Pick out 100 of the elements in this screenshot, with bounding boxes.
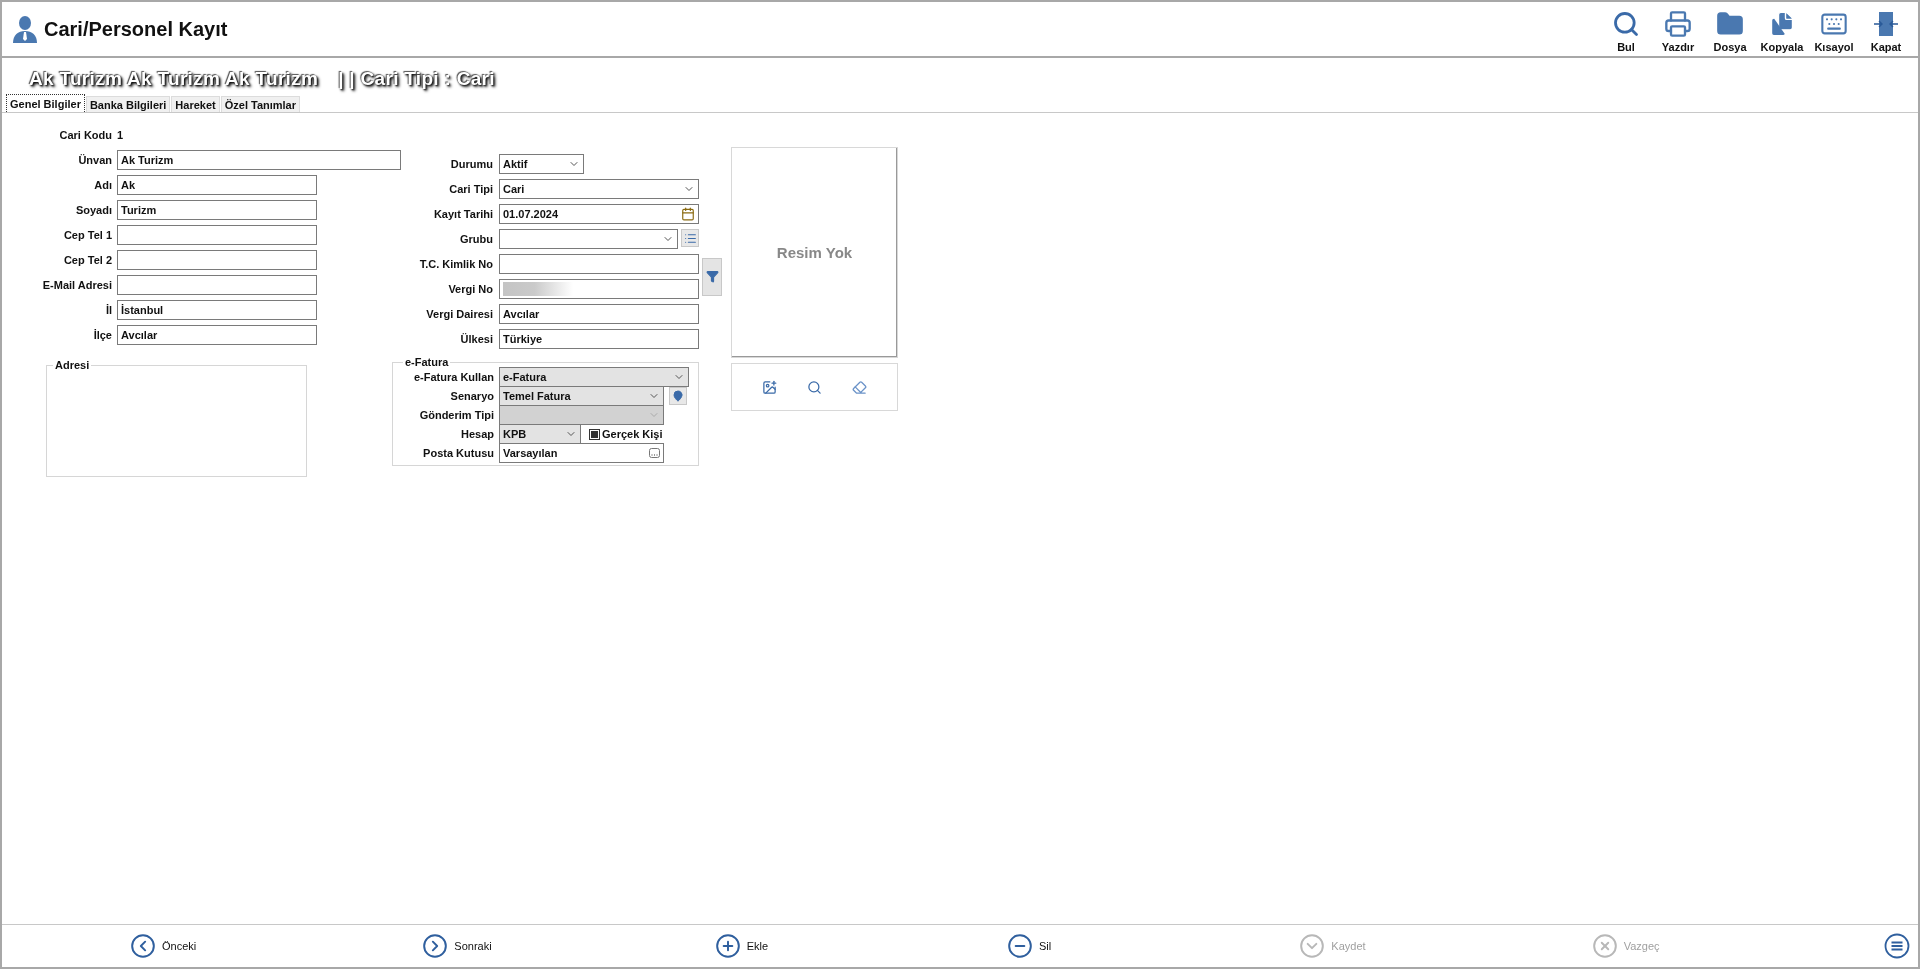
search-icon — [1612, 10, 1640, 38]
input-field[interactable] — [499, 279, 699, 299]
toolbar-button[interactable]: Kısayol — [1808, 10, 1860, 53]
search-icon — [807, 379, 822, 395]
input-field[interactable] — [117, 250, 317, 270]
checkbox-label: Gerçek Kişi — [602, 428, 662, 440]
cancel-icon — [1591, 933, 1618, 959]
nav-button[interactable]: Ekle — [714, 933, 769, 959]
field-label: Adı — [93, 179, 112, 191]
printer-icon — [1664, 10, 1692, 38]
field-label: E-Mail Adresi — [41, 279, 112, 291]
field-value: 1 — [117, 129, 124, 141]
toolbar-button[interactable]: Yazdır — [1652, 10, 1704, 53]
field-label: Durumu — [449, 158, 493, 170]
input-field[interactable]: Ak — [117, 175, 317, 195]
input-field[interactable]: Avcılar — [499, 304, 699, 324]
eraser-icon — [852, 379, 867, 395]
field-label: T.C. Kimlik No — [418, 258, 493, 270]
field-value: Avcılar — [121, 329, 159, 341]
field-label: Vergi Dairesi — [425, 308, 493, 320]
dropdown-field[interactable]: Cari — [499, 179, 699, 199]
field-label: Hesap — [459, 428, 494, 440]
dropdown-field[interactable]: KPB — [499, 424, 581, 444]
field-value: Varsayılan — [503, 447, 559, 459]
dropdown-field[interactable] — [499, 229, 678, 249]
nav-button[interactable]: Sonraki — [422, 933, 492, 959]
toolbar-button[interactable]: Dosya — [1704, 10, 1756, 53]
field-value: Avcılar — [503, 308, 541, 320]
field-label: Ülkesi — [459, 333, 493, 345]
field-label: İl — [104, 304, 112, 316]
add-image-button[interactable] — [762, 379, 777, 395]
input-field[interactable]: Varsayılan — [499, 443, 664, 463]
filter-button[interactable] — [702, 257, 722, 296]
field-value: Ak — [121, 179, 137, 191]
pin-icon — [672, 390, 684, 402]
toolbar-button[interactable]: Kopyala — [1756, 10, 1808, 53]
field-label: Vergi No — [447, 283, 493, 295]
exit-door-icon — [1872, 10, 1900, 38]
next-icon — [422, 933, 449, 959]
field-value: Turizm — [121, 204, 158, 216]
input-field[interactable]: 01.07.2024 — [499, 204, 699, 224]
no-image-text: Resim Yok — [776, 244, 853, 261]
field-value: Cari — [503, 183, 526, 195]
list-button[interactable] — [681, 229, 699, 247]
add-icon — [714, 933, 741, 959]
checkbox[interactable] — [589, 428, 600, 440]
nav-button[interactable]: Sil — [1007, 933, 1052, 959]
input-field[interactable] — [117, 275, 317, 295]
input-field[interactable]: Avcılar — [117, 325, 317, 345]
field-label: Posta Kutusu — [422, 447, 494, 459]
location-button[interactable] — [669, 387, 687, 405]
tab[interactable]: Hareket — [171, 96, 220, 112]
save-icon — [1299, 933, 1326, 959]
field-label: e-Fatura Kullan — [412, 371, 494, 383]
toolbar-button[interactable]: Bul — [1600, 10, 1652, 53]
filter-icon — [705, 270, 719, 283]
field-label: Gönderim Tipi — [418, 409, 494, 421]
input-field[interactable] — [117, 225, 317, 245]
dropdown-field[interactable]: Aktif — [499, 154, 584, 174]
field-label: Senaryo — [449, 390, 494, 402]
folder-icon — [1716, 10, 1744, 38]
tab[interactable]: Özel Tanımlar — [220, 96, 301, 112]
person-icon — [12, 15, 38, 43]
input-field[interactable]: Türkiye — [499, 329, 699, 349]
record-name: Ak Turizm Ak Turizm Ak Turizm — [29, 68, 319, 91]
menu-button[interactable] — [1884, 933, 1910, 959]
input-field[interactable] — [499, 254, 699, 274]
input-field[interactable]: İstanbul — [117, 300, 317, 320]
toolbar-button[interactable]: Kapat — [1860, 10, 1912, 53]
group-title: Adresi — [54, 359, 91, 371]
zoom-button[interactable] — [807, 379, 822, 395]
field-value: İstanbul — [121, 304, 165, 316]
image-add-icon — [762, 379, 777, 395]
record-type: | | Cari Tipi : Cari — [338, 68, 495, 94]
input-field[interactable]: Turizm — [117, 200, 317, 220]
field-label: Grubu — [459, 233, 493, 245]
minus-icon — [1007, 933, 1033, 959]
field-label: Cep Tel 1 — [62, 229, 112, 241]
input-field[interactable]: Ak Turizm — [117, 150, 401, 170]
clear-button[interactable] — [852, 379, 867, 395]
tab[interactable]: Banka Bilgileri — [85, 96, 171, 112]
redaction-mark — [503, 282, 573, 296]
nav-button[interactable]: Önceki — [130, 933, 197, 959]
dropdown-field[interactable]: Temel Fatura — [499, 386, 664, 406]
field-label: Kayıt Tarihi — [432, 208, 493, 220]
field-label: Ünvan — [77, 154, 112, 166]
field-value: Temel Fatura — [503, 390, 572, 402]
field-value: KPB — [503, 428, 528, 440]
field-label: Cari Kodu — [58, 129, 112, 141]
tab[interactable]: Genel Bilgiler — [6, 94, 85, 112]
calendar-icon — [681, 207, 695, 221]
address-box[interactable]: Adresi — [46, 359, 307, 477]
field-value: 01.07.2024 — [503, 208, 560, 220]
field-label: Soyadı — [74, 204, 112, 216]
field-label: Cari Tipi — [448, 183, 493, 195]
field-value: Ak Turizm — [121, 154, 175, 166]
list-icon — [683, 231, 697, 245]
field-value: Türkiye — [503, 333, 544, 345]
dropdown-field[interactable]: e-Fatura — [499, 367, 689, 387]
window-title: Cari/Personel Kayıt — [44, 17, 228, 41]
